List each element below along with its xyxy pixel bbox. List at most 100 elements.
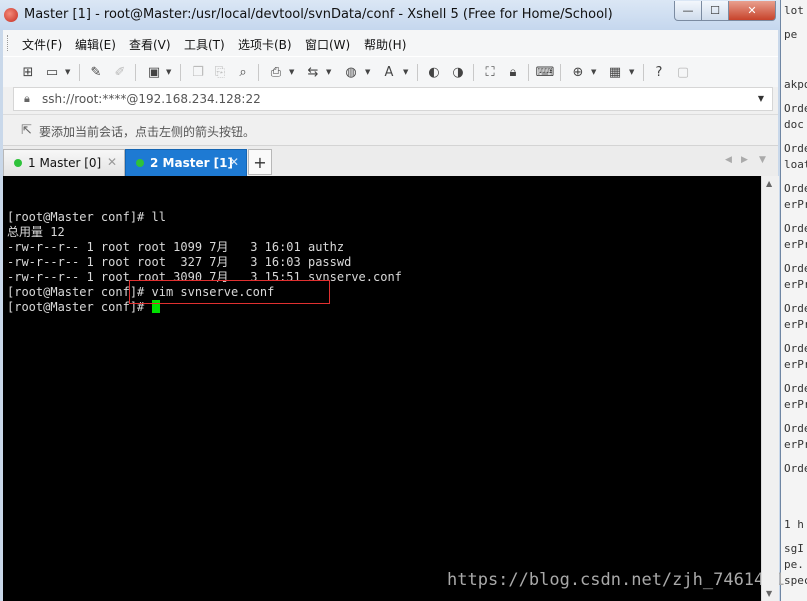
menu-bar: 文件(F) 编辑(E) 查看(V) 工具(T) 选项卡(B) 窗口(W) 帮助(… xyxy=(3,30,778,56)
globe-icon[interactable]: ◍ xyxy=(342,63,360,81)
scroll-down-icon[interactable]: ▼ xyxy=(766,589,772,598)
terminal-line: 总用量 12 xyxy=(7,225,65,239)
tab-label: 2 Master [1] xyxy=(150,156,233,170)
font-dropdown-icon[interactable]: ▼ xyxy=(403,68,408,76)
xftp-icon[interactable]: ◐ xyxy=(425,63,443,81)
xshell-app-icon xyxy=(4,8,18,22)
lock-icon[interactable]: 🔒︎ xyxy=(504,63,522,81)
reconnect-icon[interactable]: ✎ xyxy=(87,63,105,81)
scroll-up-icon[interactable]: ▲ xyxy=(766,179,772,188)
tab-master-1[interactable]: 2 Master [1] ✕ xyxy=(125,149,247,176)
disconnect-icon[interactable]: ✐ xyxy=(111,63,129,81)
session-status-icon xyxy=(136,159,144,167)
toolbar: ⊞ ▭ ▼ ✎ ✐ ▣ ▼ ❐ ⎘ ⌕ ⎙ ▼ ⇆ ▼ ◍ ▼ A ▼ ◐ ◑ xyxy=(3,56,778,87)
toolbar-separator xyxy=(135,64,136,81)
menu-file[interactable]: 文件(F) xyxy=(22,36,62,53)
tab-master-0[interactable]: 1 Master [0] ✕ xyxy=(3,149,125,176)
toolbar-separator xyxy=(79,64,80,81)
terminal-scrollbar[interactable]: ▲ ▼ xyxy=(761,176,779,601)
background-text-line: erPr xyxy=(784,398,807,411)
close-tab-icon[interactable]: ✕ xyxy=(229,155,239,169)
keyboard-icon[interactable]: ⌨ xyxy=(536,63,555,81)
layout-dropdown-icon[interactable]: ▼ xyxy=(629,68,634,76)
background-text-line: doc xyxy=(784,118,804,131)
new-tab-button[interactable]: + xyxy=(248,149,272,175)
background-text-line: Orde xyxy=(784,102,807,115)
toolbar-separator xyxy=(528,64,529,81)
background-text-line: erPr xyxy=(784,438,807,451)
background-text-line: sgI xyxy=(784,542,804,555)
toolbar-separator xyxy=(473,64,474,81)
menu-view[interactable]: 查看(V) xyxy=(129,36,171,53)
chat-icon[interactable]: ▢ xyxy=(674,63,692,81)
copy-icon[interactable]: ❐ xyxy=(189,63,207,81)
menu-window[interactable]: 窗口(W) xyxy=(305,36,350,53)
properties-icon[interactable]: ▣ xyxy=(145,63,163,81)
background-text-line: Orde xyxy=(784,222,807,235)
background-text-line: erPr xyxy=(784,238,807,251)
background-text-line: Orde xyxy=(784,142,807,155)
address-bar[interactable]: 🔒︎ ssh://root:****@192.168.234.128:22 ▼ xyxy=(13,87,773,111)
folder-open-icon[interactable]: ▭ xyxy=(43,63,61,81)
background-text-line: loat xyxy=(784,158,807,171)
title-bar: Master [1] - root@Master:/usr/local/devt… xyxy=(0,0,780,30)
compose-dropdown-icon[interactable]: ▼ xyxy=(591,68,596,76)
add-session-arrow-icon[interactable]: ⇱ xyxy=(21,123,32,138)
tab-bar: 1 Master [0] ✕ 2 Master [1] ✕ + ◀ ▶ ▼ xyxy=(3,145,778,176)
compose-icon[interactable]: ⊕ xyxy=(569,63,587,81)
menu-edit[interactable]: 编辑(E) xyxy=(75,36,116,53)
new-session-icon[interactable]: ⊞ xyxy=(19,63,37,81)
open-dropdown-icon[interactable]: ▼ xyxy=(65,68,70,76)
background-text-line: pe. xyxy=(784,558,804,571)
background-text-line: Orde xyxy=(784,262,807,275)
background-text-line: lot p xyxy=(784,4,807,17)
highlight-box xyxy=(129,280,330,304)
close-button[interactable]: ✕ xyxy=(728,1,776,21)
background-text-line: erPr xyxy=(784,278,807,291)
background-text-line: Orde xyxy=(784,382,807,395)
watermark: https://blog.csdn.net/zjh_7461401 xyxy=(447,570,785,590)
tab-menu-icon[interactable]: ▼ xyxy=(759,155,766,165)
background-text-line: 1 h xyxy=(784,518,804,531)
maximize-button[interactable]: ☐ xyxy=(701,1,729,21)
menu-tabs[interactable]: 选项卡(B) xyxy=(238,36,292,53)
background-text-line: Orde xyxy=(784,462,807,475)
terminal-line: [root@Master conf]# ll xyxy=(7,210,166,224)
tab-label: 1 Master [0] xyxy=(28,156,102,170)
minimize-button[interactable]: — xyxy=(674,1,702,21)
help-icon[interactable]: ? xyxy=(650,63,668,81)
background-text-line: erPr xyxy=(784,198,807,211)
background-text-line: erPr xyxy=(784,318,807,331)
menu-grip xyxy=(7,35,11,51)
fullscreen-icon[interactable]: ⛶ xyxy=(481,63,499,81)
terminal[interactable]: [root@Master conf]# ll 总用量 12 -rw-r--r--… xyxy=(3,176,785,601)
window-title: Master [1] - root@Master:/usr/local/devt… xyxy=(24,7,613,22)
menu-tools[interactable]: 工具(T) xyxy=(184,36,225,53)
paste-icon[interactable]: ⎘ xyxy=(211,63,229,81)
properties-dropdown-icon[interactable]: ▼ xyxy=(166,68,171,76)
close-tab-icon[interactable]: ✕ xyxy=(107,155,117,169)
background-window: lot p pe akpo Orde doc Orde loat Orde erPr Orde e… xyxy=(780,0,807,601)
background-text-line: spec xyxy=(784,574,807,587)
background-text-line: erPr xyxy=(784,358,807,371)
hint-bar: ⇱ 要添加当前会话，点击左侧的箭头按钮。 xyxy=(3,114,778,145)
client-area: 文件(F) 编辑(E) 查看(V) 工具(T) 选项卡(B) 窗口(W) 帮助(… xyxy=(3,30,785,601)
terminal-line: -rw-r--r-- 1 root root 1099 7月 3 16:01 a… xyxy=(7,240,345,254)
terminal-line: -rw-r--r-- 1 root root 327 7月 3 16:03 pa… xyxy=(7,255,352,269)
tab-scroll-left-icon[interactable]: ◀ xyxy=(725,155,732,165)
address-dropdown-icon[interactable]: ▼ xyxy=(758,94,764,103)
xmanager-icon[interactable]: ◑ xyxy=(449,63,467,81)
session-status-icon xyxy=(14,159,22,167)
transfer-icon[interactable]: ⇆ xyxy=(304,63,322,81)
font-icon[interactable]: A xyxy=(380,63,398,81)
tab-scroll-right-icon[interactable]: ▶ xyxy=(741,155,748,165)
globe-dropdown-icon[interactable]: ▼ xyxy=(365,68,370,76)
menu-help[interactable]: 帮助(H) xyxy=(364,36,406,53)
print-dropdown-icon[interactable]: ▼ xyxy=(289,68,294,76)
background-text-line: Orde xyxy=(784,342,807,355)
print-icon[interactable]: ⎙ xyxy=(267,63,285,81)
background-text-line: Orde xyxy=(784,182,807,195)
transfer-dropdown-icon[interactable]: ▼ xyxy=(326,68,331,76)
layout-icon[interactable]: ▦ xyxy=(606,63,624,81)
search-icon[interactable]: ⌕ xyxy=(234,63,252,81)
